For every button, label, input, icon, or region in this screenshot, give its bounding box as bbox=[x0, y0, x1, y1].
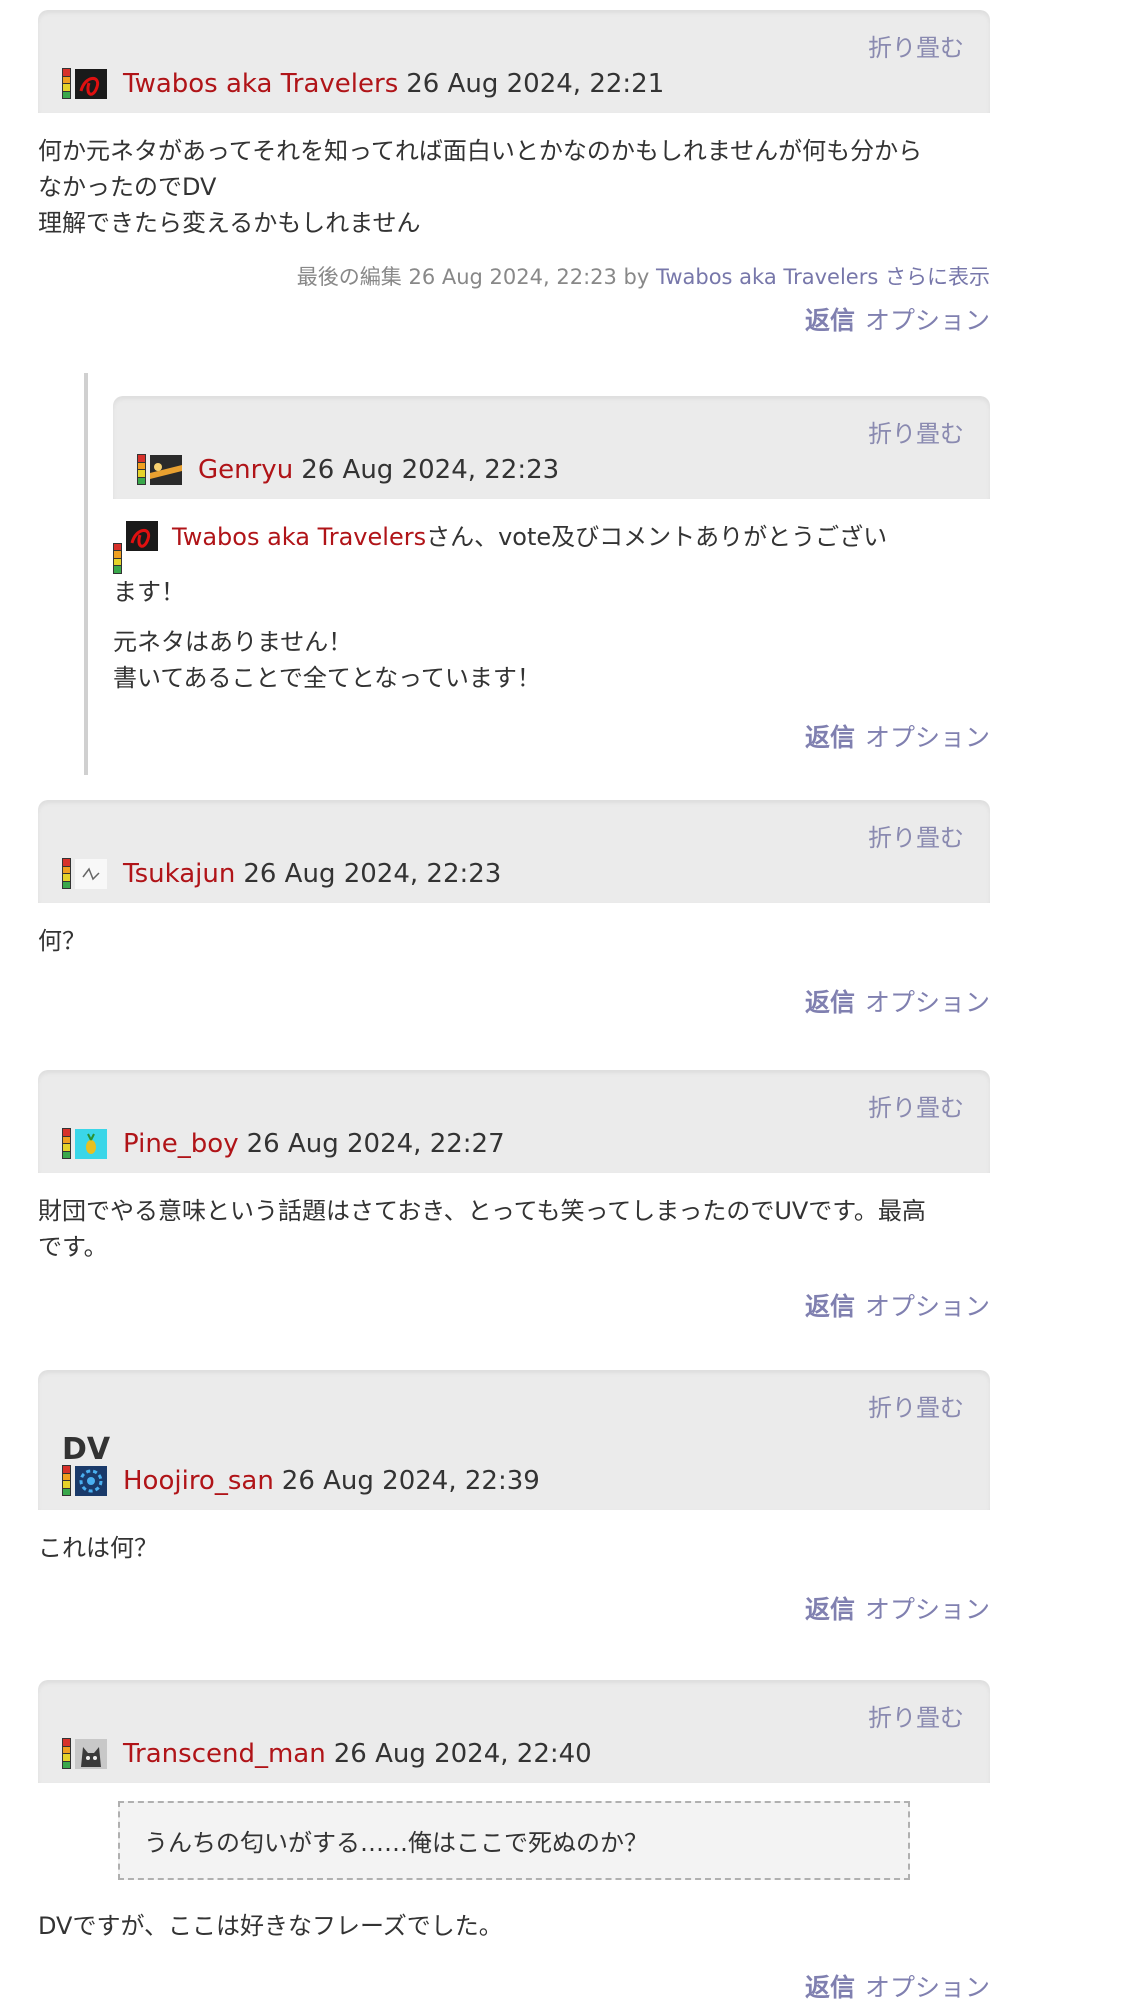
blue-gear-icon[interactable] bbox=[75, 1466, 107, 1496]
comment-body: Twabos aka Travelersさん、vote及びコメントありがとうござ… bbox=[113, 499, 990, 696]
comment-actions: 返信 オプション bbox=[38, 983, 990, 1019]
comment-actions: 返信 オプション bbox=[38, 1968, 990, 2004]
mention-text: Twabos aka Travelersさん、vote及びコメントありがとうござ… bbox=[113, 521, 888, 606]
comment-text: 何？ bbox=[38, 927, 86, 955]
comment-header: 折り畳む Pine_boy 26 Aug 2024, 22:27 bbox=[38, 1070, 990, 1173]
options-button[interactable]: オプション bbox=[865, 1973, 990, 2002]
byline: Transcend_man 26 Aug 2024, 22:40 bbox=[62, 1738, 592, 1769]
timestamp: 26 Aug 2024, 22:39 bbox=[281, 1466, 540, 1496]
fold-button[interactable]: 折り畳む bbox=[868, 1388, 964, 1423]
thread-indent-bar bbox=[84, 373, 88, 775]
byline: Pine_boy 26 Aug 2024, 22:27 bbox=[62, 1128, 505, 1159]
comment-post: 折り畳む Transcend_man 26 Aug 2024, 22:40 うん… bbox=[38, 1680, 990, 2004]
reply-button[interactable]: 返信 bbox=[805, 1595, 855, 1624]
comment-actions: 返信 オプション bbox=[38, 1287, 990, 1323]
comment-post: 折り畳む Twabos aka Travelers 26 Aug 2024, 2… bbox=[38, 10, 990, 337]
comment-header: 折り畳む DV Hoojiro_san 26 Aug 2024, 22:39 bbox=[38, 1370, 990, 1510]
sketch-icon[interactable] bbox=[75, 859, 107, 889]
fold-button[interactable]: 折り畳む bbox=[868, 28, 964, 63]
comment-body: 何か元ネタがあってそれを知ってれば面白いとかなのかもしれませんが何も分から なか… bbox=[38, 113, 990, 241]
options-button[interactable]: オプション bbox=[865, 723, 990, 752]
user-link[interactable]: Pine_boy bbox=[123, 1129, 239, 1159]
options-button[interactable]: オプション bbox=[865, 1292, 990, 1321]
comment-actions: 返信 オプション bbox=[38, 301, 990, 337]
karma-meter-icon bbox=[137, 454, 146, 485]
timestamp: 26 Aug 2024, 22:27 bbox=[246, 1129, 505, 1159]
comment-header: 折り畳む Tsukajun 26 Aug 2024, 22:23 bbox=[38, 800, 990, 903]
comment-header: 折り畳む Genryu 26 Aug 2024, 22:23 bbox=[113, 396, 990, 499]
comment-body: 何？ bbox=[38, 903, 990, 959]
comment-thread: 折り畳む Twabos aka Travelers 26 Aug 2024, 2… bbox=[0, 0, 1125, 2002]
karma-meter-icon bbox=[62, 68, 71, 99]
fold-button[interactable]: 折り畳む bbox=[868, 1088, 964, 1123]
comment-post: 折り畳む Tsukajun 26 Aug 2024, 22:23 何？ 返信 オプ… bbox=[38, 800, 990, 1019]
user-link[interactable]: Tsukajun bbox=[123, 859, 235, 889]
comment-actions: 返信 オプション bbox=[38, 1590, 990, 1626]
comment-body: DVですが、ここは好きなフレーズでした。 bbox=[38, 1880, 990, 1944]
reply-button[interactable]: 返信 bbox=[805, 723, 855, 752]
karma-meter-icon bbox=[62, 1738, 71, 1769]
comment-text: DVですが、ここは好きなフレーズでした。 bbox=[38, 1912, 503, 1940]
user-link[interactable]: Genryu bbox=[198, 455, 293, 485]
comment-text: 元ネタはありません！ 書いてあることで全てとなっています！ bbox=[113, 627, 541, 692]
fold-button[interactable]: 折り畳む bbox=[868, 818, 964, 853]
cat-icon[interactable] bbox=[75, 1739, 107, 1769]
show-more-link[interactable]: さらに表示 bbox=[885, 265, 990, 289]
comment-title: DV bbox=[62, 1432, 111, 1467]
reply-button[interactable]: 返信 bbox=[805, 1292, 855, 1321]
comment-body: 財団でやる意味という話題はさておき、とっても笑ってしまったのでUVです。最高 で… bbox=[38, 1173, 990, 1265]
edit-note: 最後の編集 26 Aug 2024, 22:23 by Twabos aka T… bbox=[296, 265, 990, 289]
timestamp: 26 Aug 2024, 22:21 bbox=[406, 69, 665, 99]
edit-user-link[interactable]: Twabos aka Travelers bbox=[656, 265, 878, 289]
byline: Hoojiro_san 26 Aug 2024, 22:39 bbox=[62, 1465, 540, 1496]
reply-button[interactable]: 返信 bbox=[805, 1973, 855, 2002]
mention-user-link[interactable]: Twabos aka Travelers bbox=[172, 523, 426, 551]
karma-meter-icon bbox=[62, 1128, 71, 1159]
blockquote: うんちの匂いがする……俺はここで死ぬのか？ bbox=[118, 1801, 910, 1880]
comment-actions: 返信 オプション bbox=[113, 718, 990, 754]
comment-post: 折り畳む DV Hoojiro_san 26 Aug 2024, 22:39 こ… bbox=[38, 1370, 990, 1626]
comment-header: 折り畳む Transcend_man 26 Aug 2024, 22:40 bbox=[38, 1680, 990, 1783]
sunset-icon[interactable] bbox=[150, 455, 182, 485]
karma-meter-icon bbox=[62, 1465, 71, 1496]
fold-button[interactable]: 折り畳む bbox=[868, 414, 964, 449]
red-swirl-icon[interactable] bbox=[126, 521, 158, 551]
byline: Twabos aka Travelers 26 Aug 2024, 22:21 bbox=[62, 68, 665, 99]
timestamp: 26 Aug 2024, 22:23 bbox=[243, 859, 502, 889]
byline: Tsukajun 26 Aug 2024, 22:23 bbox=[62, 858, 502, 889]
options-button[interactable]: オプション bbox=[865, 988, 990, 1017]
red-swirl-icon[interactable] bbox=[75, 69, 107, 99]
user-link[interactable]: Twabos aka Travelers bbox=[123, 69, 398, 99]
comment-post-reply: 折り畳む Genryu 26 Aug 2024, 22:23 Twabos ak… bbox=[113, 396, 990, 754]
comment-header: 折り畳む Twabos aka Travelers 26 Aug 2024, 2… bbox=[38, 10, 990, 113]
fold-button[interactable]: 折り畳む bbox=[868, 1698, 964, 1733]
karma-meter-icon bbox=[113, 542, 122, 574]
comment-text: 財団でやる意味という話題はさておき、とっても笑ってしまったのでUVです。最高 で… bbox=[38, 1197, 926, 1261]
reply-button[interactable]: 返信 bbox=[805, 306, 855, 335]
timestamp: 26 Aug 2024, 22:40 bbox=[333, 1739, 592, 1769]
comment-text: 何か元ネタがあってそれを知ってれば面白いとかなのかもしれませんが何も分から なか… bbox=[38, 137, 923, 237]
options-button[interactable]: オプション bbox=[865, 1595, 990, 1624]
pineapple-icon[interactable] bbox=[75, 1129, 107, 1159]
byline: Genryu 26 Aug 2024, 22:23 bbox=[137, 454, 560, 485]
comment-text: これは何？ bbox=[38, 1534, 158, 1562]
karma-meter-icon bbox=[62, 858, 71, 889]
reply-button[interactable]: 返信 bbox=[805, 988, 855, 1017]
user-link[interactable]: Hoojiro_san bbox=[123, 1466, 274, 1496]
comment-body: これは何？ bbox=[38, 1510, 990, 1566]
comment-post: 折り畳む Pine_boy 26 Aug 2024, 22:27 財団でやる意味… bbox=[38, 1070, 990, 1323]
options-button[interactable]: オプション bbox=[865, 306, 990, 335]
timestamp: 26 Aug 2024, 22:23 bbox=[301, 455, 560, 485]
user-link[interactable]: Transcend_man bbox=[123, 1739, 326, 1769]
